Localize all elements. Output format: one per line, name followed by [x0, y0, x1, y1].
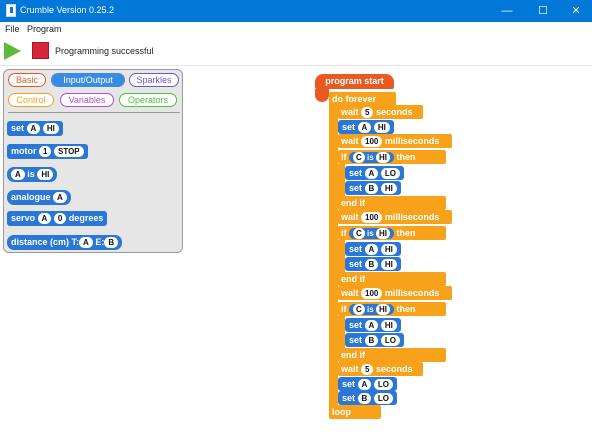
loop-block[interactable]: loop — [329, 405, 381, 419]
do-forever-block[interactable]: do forever — [329, 92, 396, 106]
tab-input-output[interactable]: Input/Output — [51, 73, 125, 87]
stop-icon[interactable] — [32, 42, 49, 59]
if-arm — [338, 316, 345, 349]
end-if-block[interactable]: end if — [338, 272, 446, 286]
minimize-button[interactable]: — — [490, 0, 524, 22]
set-block[interactable]: set A LO — [345, 166, 404, 180]
wait-ms-block[interactable]: wait 100 milliseconds — [338, 134, 452, 148]
set-block[interactable]: set A HI — [345, 318, 401, 332]
set-block[interactable]: set A LO — [338, 377, 397, 391]
palette-is-block[interactable]: A is HI — [7, 167, 58, 182]
program-start-block[interactable]: program start — [315, 74, 394, 89]
if-block[interactable]: if C is HI then — [338, 150, 446, 164]
tab-sparkles[interactable]: Sparkles — [129, 73, 179, 87]
play-icon[interactable] — [4, 42, 21, 60]
menu-file[interactable]: File — [5, 24, 20, 34]
close-button[interactable]: ✕ — [560, 0, 592, 22]
palette-motor-block[interactable]: motor 1 STOP — [7, 144, 88, 159]
title-bar: Crumble Version 0.25.2 — ☐ ✕ — [0, 0, 592, 22]
palette-analogue-block[interactable]: analogue A — [7, 190, 71, 205]
menu-program[interactable]: Program — [27, 24, 62, 34]
set-block[interactable]: set B HI — [345, 257, 401, 271]
tab-operators[interactable]: Operators — [119, 93, 177, 107]
set-block[interactable]: set A HI — [338, 120, 394, 134]
menu-bar: File Program — [0, 22, 592, 36]
if-block[interactable]: if C is HI then — [338, 226, 446, 240]
palette-distance-block[interactable]: distance (cm) T: A E: B — [7, 235, 123, 250]
wait-ms-block[interactable]: wait 100 milliseconds — [338, 286, 452, 300]
tab-control[interactable]: Control — [8, 93, 54, 107]
wait-ms-block[interactable]: wait 100 milliseconds — [338, 210, 452, 224]
if-arm — [338, 164, 345, 197]
tab-variables[interactable]: Variables — [60, 93, 114, 107]
set-block[interactable]: set A HI — [345, 242, 401, 256]
set-block[interactable]: set B LO — [345, 333, 404, 347]
set-block[interactable]: set B LO — [338, 391, 397, 405]
toolbar: Programming successful — [0, 36, 592, 66]
window-title: Crumble Version 0.25.2 — [20, 5, 115, 15]
crumble-app-icon — [6, 4, 16, 17]
block-palette: Basic Input/Output Sparkles Control Vari… — [3, 69, 183, 253]
wait-block[interactable]: wait 5 seconds — [338, 362, 423, 376]
wait-block[interactable]: wait 5 seconds — [338, 105, 423, 119]
set-block[interactable]: set B HI — [345, 181, 401, 195]
maximize-button[interactable]: ☐ — [526, 0, 560, 22]
tab-basic[interactable]: Basic — [8, 73, 46, 87]
palette-servo-block[interactable]: servo A 0 degrees — [7, 211, 108, 226]
status-text: Programming successful — [55, 46, 154, 56]
program-start-tab — [315, 89, 329, 102]
if-arm — [338, 240, 345, 273]
palette-divider — [8, 112, 180, 113]
if-block[interactable]: if C is HI then — [338, 302, 446, 316]
forever-arm — [329, 104, 338, 406]
palette-set-block[interactable]: set A HI — [7, 121, 63, 136]
end-if-block[interactable]: end if — [338, 348, 446, 362]
end-if-block[interactable]: end if — [338, 196, 446, 210]
